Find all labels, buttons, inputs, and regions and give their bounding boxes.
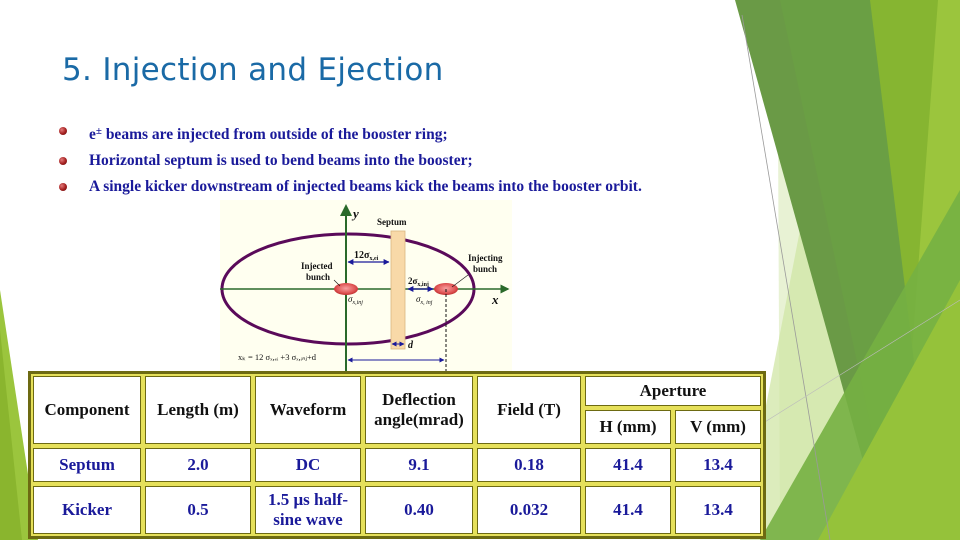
cell-field: 0.032 (475, 484, 583, 536)
slide-title: 5. Injection and Ejection (62, 52, 444, 88)
cell-waveform-line1: 1.5 μs half- (267, 490, 348, 509)
injected-bunch-label: Injected (301, 261, 333, 271)
cell-component: Kicker (31, 484, 143, 536)
bullet-text: A single kicker downstream of injected b… (89, 178, 642, 195)
cell-length: 2.0 (143, 446, 253, 484)
cell-waveform-line2: sine wave (273, 510, 343, 529)
cell-component: Septum (31, 446, 143, 484)
header-field: Field (T) (475, 374, 583, 446)
header-waveform: Waveform (253, 374, 363, 446)
injected-bunch (334, 283, 358, 295)
cell-deflection: 0.40 (363, 484, 475, 536)
bullet-prefix: e (89, 126, 96, 143)
bullet-list: e± beams are injected from outside of th… (58, 122, 718, 204)
injection-diagram: y x Septum Injected bunch Injecting bunc… (220, 200, 512, 372)
header-length: Length (m) (143, 374, 253, 446)
header-aperture-h: H (mm) (583, 408, 673, 446)
cell-deflection: 9.1 (363, 446, 475, 484)
septum-plate (390, 230, 406, 350)
header-deflection-line1: Deflection (382, 390, 456, 409)
cell-field: 0.18 (475, 446, 583, 484)
sphere-bullet-icon (59, 127, 67, 135)
header-aperture-v: V (mm) (673, 408, 763, 446)
cell-aperture-h: 41.4 (583, 446, 673, 484)
header-deflection: Deflection angle(mrad) (363, 374, 475, 446)
cell-aperture-v: 13.4 (673, 484, 763, 536)
bullet-item: A single kicker downstream of injected b… (58, 178, 729, 196)
x-axis-label: x (491, 292, 499, 307)
cell-waveform: DC (253, 446, 363, 484)
table-row: Septum 2.0 DC 9.1 0.18 41.4 13.4 (31, 446, 763, 484)
table-row: Kicker 0.5 1.5 μs half-sine wave 0.40 0.… (31, 484, 763, 536)
bullet-text: Horizontal septum is used to bend beams … (89, 152, 473, 169)
sphere-bullet-icon (59, 183, 67, 191)
header-deflection-line2: angle(mrad) (374, 410, 464, 429)
bullet-item: Horizontal septum is used to bend beams … (58, 152, 718, 170)
injecting-bunch-label: Injecting (468, 253, 503, 263)
header-aperture: Aperture (583, 374, 763, 408)
diagram-background (220, 200, 512, 372)
cell-length: 0.5 (143, 484, 253, 536)
injected-bunch-label-2: bunch (306, 272, 330, 282)
y-axis-label: y (351, 206, 359, 221)
cell-aperture-v: 13.4 (673, 446, 763, 484)
septum-label: Septum (377, 217, 407, 227)
cell-aperture-h: 41.4 (583, 484, 673, 536)
bullet-text: beams are injected from outside of the b… (101, 126, 448, 143)
header-component: Component (31, 374, 143, 446)
bullet-item: e± beams are injected from outside of th… (58, 122, 718, 144)
cell-waveform: 1.5 μs half-sine wave (253, 484, 363, 536)
sphere-bullet-icon (59, 157, 67, 165)
magnet-spec-table: Component Length (m) Waveform Deflection… (28, 371, 766, 539)
xk-formula: xₖ = 12 σₓ,ₑᵢ +3 σₓ,ᵢₙⱼ+d (238, 352, 317, 362)
injecting-bunch-label-2: bunch (473, 264, 497, 274)
